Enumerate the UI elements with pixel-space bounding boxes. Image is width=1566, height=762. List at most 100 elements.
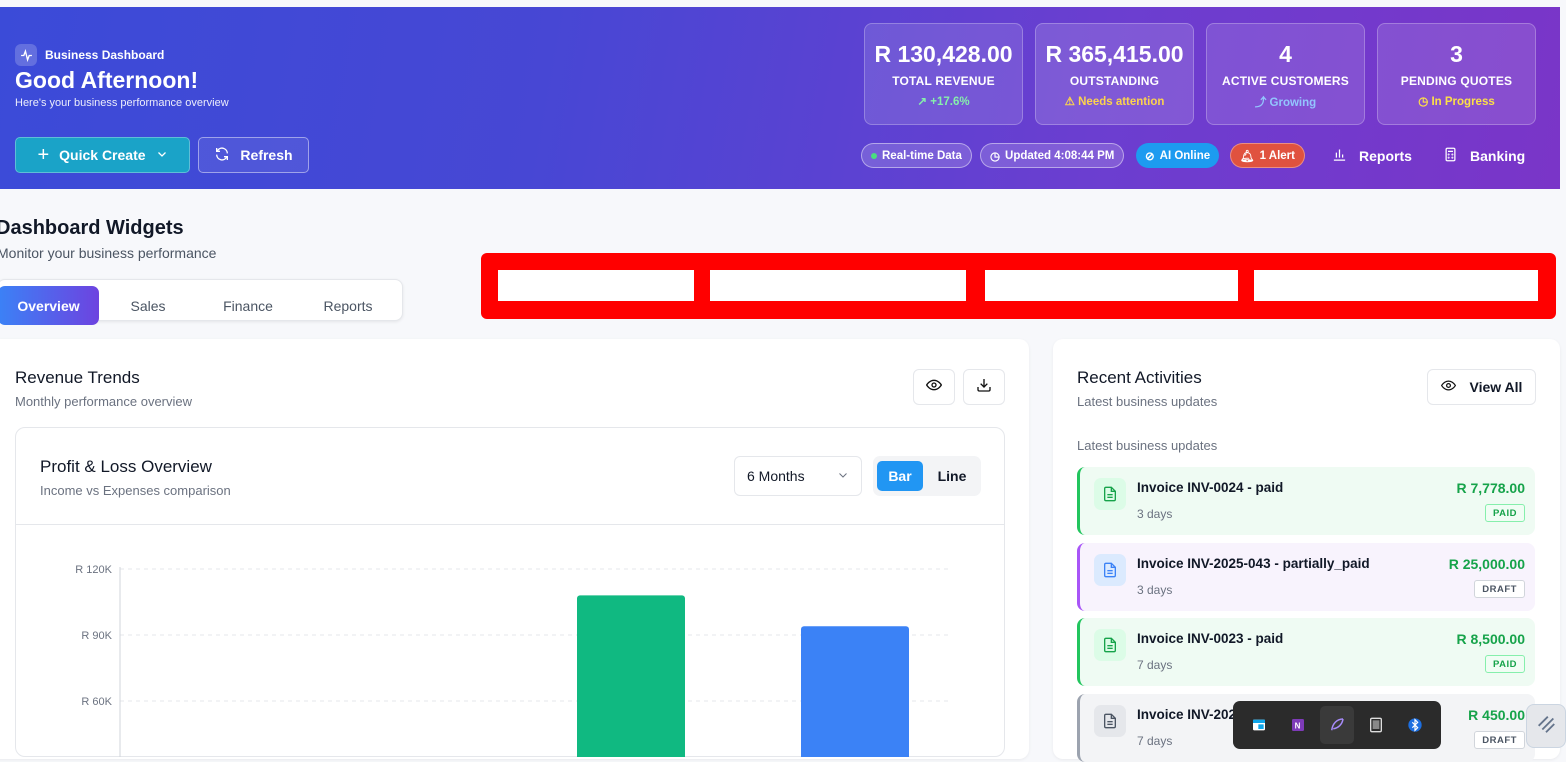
- activity-time: 3 days: [1137, 507, 1173, 521]
- download-icon: [976, 377, 992, 398]
- clock-icon: ◷: [1418, 96, 1432, 108]
- activities-subtitle: Latest business updates: [1077, 394, 1218, 409]
- activity-amount: R 7,778.00: [1456, 480, 1526, 496]
- onenote-icon[interactable]: N: [1281, 706, 1315, 744]
- revenue-trends-card: Revenue Trends Monthly performance overv…: [0, 339, 1029, 759]
- chart-bar[interactable]: [801, 626, 909, 757]
- redacted-block: [498, 270, 694, 301]
- document-icon: [1094, 705, 1126, 737]
- refresh-button[interactable]: Refresh: [198, 137, 309, 173]
- bar-toggle-button[interactable]: Bar: [877, 461, 923, 491]
- chart-bar[interactable]: [577, 595, 685, 757]
- system-tray-popup: N: [1233, 701, 1441, 749]
- y-tick-label: R 90K: [81, 630, 112, 642]
- chart-title: Profit & Loss Overview: [40, 457, 212, 476]
- list-item[interactable]: Invoice INV-2025-043 - partially_paid 3 …: [1077, 543, 1535, 611]
- tab-reports[interactable]: Reports: [303, 286, 393, 325]
- stat-label: PENDING QUOTES: [1400, 74, 1513, 88]
- quick-create-button[interactable]: + Quick Create: [15, 137, 190, 173]
- stat-value: 3: [1450, 41, 1463, 67]
- quick-create-label: Quick Create: [59, 147, 146, 163]
- arrow-up-right-icon: ↗: [917, 96, 931, 108]
- alert-badge[interactable]: 🔔︎ 1 Alert: [1230, 143, 1305, 168]
- activity-title: Invoice INV-202: [1137, 707, 1237, 722]
- refresh-label: Refresh: [240, 147, 293, 163]
- activity-time: 7 days: [1137, 734, 1173, 748]
- stat-label: ACTIVE CUSTOMERS: [1222, 74, 1349, 88]
- y-tick-label: R 120K: [75, 564, 112, 576]
- activity-time: 3 days: [1137, 583, 1173, 597]
- nav-banking[interactable]: Banking: [1443, 147, 1525, 165]
- redacted-block: [1254, 270, 1538, 301]
- stat-active-customers: 4 ACTIVE CUSTOMERS ⤴ Growing: [1206, 23, 1365, 125]
- status-badge: PAID: [1485, 504, 1525, 522]
- activity-title: Invoice INV-0023 - paid: [1137, 631, 1284, 646]
- nav-reports[interactable]: Reports: [1332, 147, 1412, 165]
- stat-label: TOTAL REVENUE: [892, 74, 995, 88]
- stat-value: R 130,428.00: [874, 41, 1013, 67]
- calculator-icon: [1443, 147, 1458, 165]
- refresh-icon: [214, 146, 230, 165]
- activity-title: Invoice INV-2025-043 - partially_paid: [1137, 556, 1370, 571]
- tab-finance[interactable]: Finance: [203, 286, 293, 325]
- document-icon: [1094, 554, 1126, 586]
- activity-amount: R 25,000.00: [1448, 556, 1525, 572]
- svg-text:N: N: [1294, 721, 1300, 730]
- nav-reports-label: Reports: [1359, 148, 1412, 164]
- stat-total-revenue: R 130,428.00 TOTAL REVENUE ↗ +17.6%: [864, 23, 1023, 125]
- updated-label: Updated 4:08:44 PM: [1005, 149, 1115, 162]
- bar-chart-icon: [1332, 147, 1347, 165]
- bluetooth-icon[interactable]: [1398, 706, 1432, 744]
- tab-sales[interactable]: Sales: [108, 286, 188, 325]
- list-item[interactable]: Invoice INV-0024 - paid 3 days R 7,778.0…: [1077, 467, 1535, 535]
- widget-tabs: Overview Sales Finance Reports: [0, 279, 403, 325]
- chevron-down-icon: [156, 147, 168, 163]
- activity-amount: R 8,500.00: [1456, 631, 1526, 647]
- download-button[interactable]: [963, 369, 1005, 405]
- view-all-button[interactable]: View All: [1427, 369, 1536, 405]
- feather-pen-icon[interactable]: [1319, 706, 1354, 744]
- list-item[interactable]: Invoice INV-0023 - paid 7 days R 8,500.0…: [1077, 618, 1535, 686]
- stat-value: R 365,415.00: [1045, 41, 1184, 67]
- document-icon: [1094, 478, 1126, 510]
- status-badge: DRAFT: [1474, 731, 1525, 749]
- stat-tag: ⤴ Growing: [1254, 97, 1317, 109]
- header-subtitle: Here's your business performance overvie…: [15, 97, 229, 109]
- floating-widget-button[interactable]: [1526, 704, 1566, 748]
- activity-amount: R 450.00: [1468, 707, 1525, 723]
- activity-title: Invoice INV-0024 - paid: [1137, 480, 1284, 495]
- warning-icon: ⚠: [1064, 96, 1079, 108]
- status-badge: PAID: [1485, 655, 1525, 673]
- app-window-icon[interactable]: [1242, 706, 1276, 744]
- dashboard-header: Business Dashboard Good Afternoon! Here'…: [0, 7, 1560, 189]
- revenue-subtitle: Monthly performance overview: [15, 394, 193, 409]
- line-toggle-button[interactable]: Line: [927, 461, 977, 491]
- stat-value: 4: [1279, 41, 1292, 67]
- clock-icon: ◷: [990, 150, 1001, 163]
- profit-loss-chart: R 120K R 90K R 60K: [75, 564, 951, 757]
- stat-tag: ⚠ Needs attention: [1064, 96, 1165, 108]
- pulse-icon: [15, 44, 37, 66]
- stat-label: OUTSTANDING: [1069, 74, 1160, 88]
- status-badge: DRAFT: [1474, 580, 1525, 598]
- y-tick-label: R 60K: [81, 696, 112, 708]
- stat-outstanding: R 365,415.00 OUTSTANDING ⚠ Needs attenti…: [1035, 23, 1194, 125]
- brand-label: Business Dashboard: [45, 48, 165, 62]
- updated-badge: ◷ Updated 4:08:44 PM: [980, 143, 1125, 168]
- stat-tag: ◷ In Progress: [1418, 96, 1495, 108]
- view-button[interactable]: [913, 369, 955, 405]
- activities-section-label: Latest business updates: [1077, 438, 1218, 453]
- nav-banking-label: Banking: [1470, 148, 1526, 164]
- eye-icon: [925, 377, 943, 398]
- profit-loss-panel: Profit & Loss Overview Income vs Expense…: [15, 427, 1005, 757]
- tablet-icon[interactable]: [1359, 706, 1393, 744]
- redacted-region: [481, 253, 1556, 319]
- tab-overview[interactable]: Overview: [0, 286, 99, 325]
- revenue-title: Revenue Trends: [15, 368, 140, 387]
- stat-tag: ↗ +17.6%: [917, 96, 970, 108]
- period-value: 6 Months: [747, 468, 805, 484]
- plus-icon: +: [37, 143, 50, 166]
- brand: Business Dashboard: [15, 44, 164, 66]
- period-select[interactable]: 6 Months: [734, 456, 862, 496]
- realtime-label: Real-time Data: [882, 149, 962, 162]
